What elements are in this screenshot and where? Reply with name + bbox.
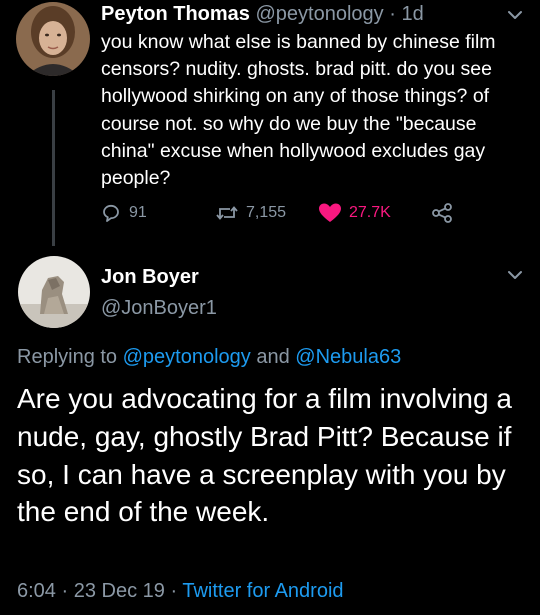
chevron-down-icon[interactable] xyxy=(502,6,528,24)
tweet-action-bar: 91 7,155 27.7K xyxy=(0,202,540,230)
author-name[interactable]: Peyton Thomas xyxy=(101,3,250,25)
replying-to-line: Replying to @peytonology and @Nebula63 xyxy=(17,346,401,369)
retweet-count: 7,155 xyxy=(246,204,287,221)
share-button[interactable] xyxy=(430,202,461,224)
avatar[interactable] xyxy=(16,2,90,76)
reply-button[interactable]: 91 xyxy=(100,202,147,224)
avatar[interactable] xyxy=(18,256,90,328)
chevron-down-icon[interactable] xyxy=(502,266,528,284)
separator-dot: · xyxy=(170,580,178,602)
retweet-arrows-icon xyxy=(216,206,238,220)
reply-count: 91 xyxy=(129,204,147,221)
tweet-timestamp[interactable]: 1d xyxy=(401,3,423,25)
tweet-text: Are you advocating for a film involving … xyxy=(17,383,512,528)
separator-dot: · xyxy=(61,580,69,602)
tweet1-header: Peyton Thomas @peytonology · 1d xyxy=(101,0,424,28)
tweet-time: 6:04 xyxy=(17,580,56,602)
like-button[interactable]: 27.7K xyxy=(318,202,391,224)
like-count: 27.7K xyxy=(349,204,391,221)
mention-link[interactable]: @Nebula63 xyxy=(295,346,401,368)
source-link[interactable]: Twitter for Android xyxy=(182,580,343,602)
heart-filled-icon xyxy=(319,203,341,222)
speech-bubble-icon xyxy=(103,204,119,222)
separator-dot: · xyxy=(389,3,396,25)
tweet-meta: 6:04 · 23 Dec 19 · Twitter for Android xyxy=(17,580,344,603)
share-nodes-icon xyxy=(432,203,452,223)
mention-link[interactable]: @peytonology xyxy=(123,346,251,368)
author-handle[interactable]: @JonBoyer1 xyxy=(101,297,217,320)
author-handle[interactable]: @peytonology xyxy=(255,3,383,25)
replying-conjunction: and xyxy=(256,346,290,368)
replying-prefix: Replying to xyxy=(17,346,118,368)
tweet-date: 23 Dec 19 xyxy=(73,580,165,602)
author-name[interactable]: Jon Boyer xyxy=(101,266,199,289)
tweet-text: you know what else is banned by chinese … xyxy=(101,31,496,190)
retweet-button[interactable]: 7,155 xyxy=(215,202,286,224)
